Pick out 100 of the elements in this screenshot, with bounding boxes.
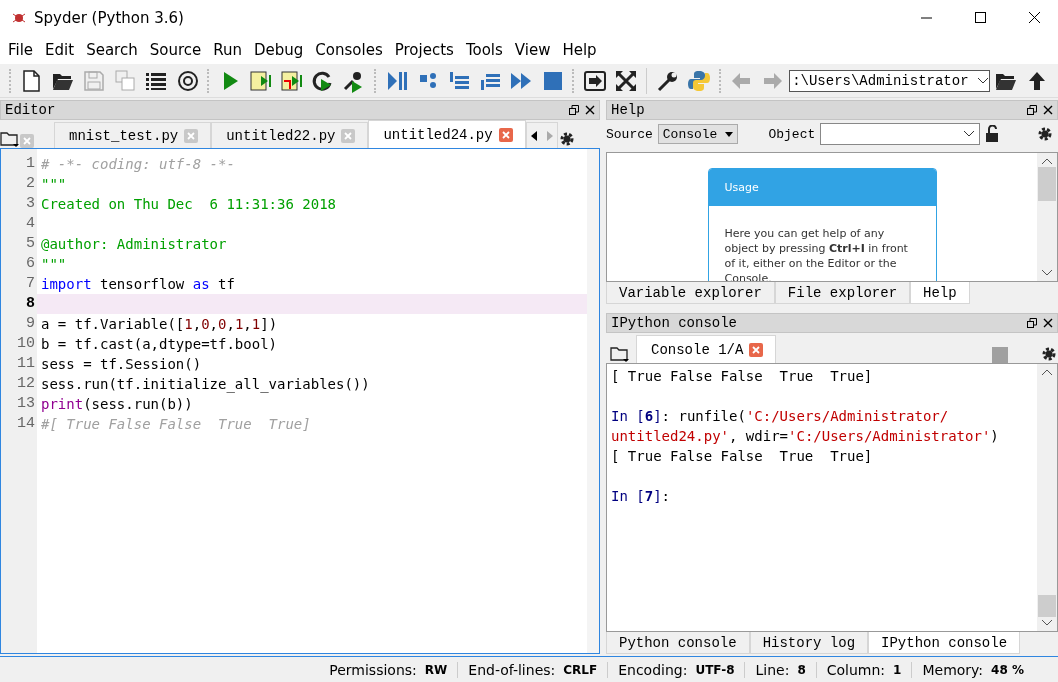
code-line: sess = tf.Session()	[40, 355, 203, 374]
console-line: [ True False False True True]	[611, 447, 874, 466]
line-number: 2	[25, 174, 36, 194]
close-icon[interactable]	[1043, 105, 1053, 115]
line-number: 14	[16, 414, 36, 434]
line-number: 10	[16, 334, 36, 354]
status-value: CRLF	[563, 662, 598, 677]
pane-tab[interactable]: History log	[749, 632, 869, 654]
close-icon[interactable]	[585, 105, 595, 115]
card-title: Usage	[708, 169, 936, 206]
menu-item[interactable]: Debug	[248, 41, 310, 59]
file-tab[interactable]: untitled24.py	[368, 120, 526, 148]
maximize-icon[interactable]	[975, 12, 987, 24]
menu-item[interactable]: View	[508, 41, 557, 59]
code-line: #[ True False False True True]	[40, 415, 312, 434]
chevron-down-icon[interactable]	[1041, 269, 1053, 277]
code-line: """	[40, 175, 68, 194]
status-label: Column:	[826, 661, 886, 678]
pane-tab[interactable]: Help	[910, 282, 970, 304]
code-line: a = tf.Variable([1,0,0,1,1])	[40, 315, 279, 334]
menu-item[interactable]: Edit	[39, 41, 81, 59]
close-icon[interactable]	[1043, 318, 1053, 328]
chevron-down-icon[interactable]	[1041, 619, 1053, 627]
file-tab[interactable]: mnist_test.py	[54, 122, 212, 148]
pane-title: Editor	[5, 102, 56, 118]
run-cell-advance-icon[interactable]	[280, 68, 305, 93]
python-icon[interactable]	[687, 68, 712, 93]
spider-icon	[12, 11, 26, 25]
path-field[interactable]: :\Users\Administrator	[789, 69, 990, 92]
source-dropdown[interactable]: Console	[657, 124, 739, 144]
status-label: End-of-lines:	[468, 661, 556, 678]
console-line: [ True False False True True]	[611, 367, 874, 386]
pane-title: IPython console	[611, 315, 738, 331]
gear-icon[interactable]	[1040, 345, 1058, 363]
status-value: RW	[424, 662, 448, 677]
chevron-up-icon[interactable]	[1041, 157, 1053, 165]
menu-item[interactable]: Consoles	[309, 41, 389, 59]
menu-item[interactable]: Projects	[388, 41, 460, 59]
code-line: # -*- coding: utf-8 -*-	[40, 155, 236, 174]
scrollbar-thumb[interactable]	[1038, 167, 1056, 201]
dropdown-arrow-icon	[725, 131, 734, 137]
menu-item[interactable]: Tools	[459, 41, 509, 59]
status-value: 8	[797, 662, 806, 677]
line-number: 3	[25, 194, 36, 214]
code-line: @author: Administrator	[40, 235, 228, 254]
console-tab[interactable]: Console 1/A	[636, 335, 777, 363]
status-label: Memory:	[922, 661, 984, 678]
fullscreen-icon[interactable]	[613, 68, 638, 93]
source-label: Source	[606, 126, 653, 142]
line-number: 12	[16, 374, 36, 394]
window-title: Spyder (Python 3.6)	[34, 9, 185, 27]
run-cell-icon[interactable]	[248, 68, 273, 93]
line-number: 1	[25, 154, 36, 174]
scrollbar-thumb[interactable]	[1038, 595, 1056, 617]
undock-icon[interactable]	[569, 105, 579, 115]
file-tab[interactable]: untitled22.py	[211, 122, 369, 148]
menu-item[interactable]: Run	[207, 41, 248, 59]
code-line: b = tf.cast(a,dtype=tf.bool)	[40, 335, 278, 354]
close-icon[interactable]	[1029, 12, 1041, 24]
line-number: 8	[25, 294, 36, 314]
menu-item[interactable]: File	[2, 41, 40, 59]
menu-item[interactable]: Help	[556, 41, 603, 59]
status-value: 1	[893, 662, 902, 677]
unlocked-padlock-icon[interactable]	[985, 125, 1000, 143]
gear-icon[interactable]	[1036, 125, 1054, 143]
line-number: 13	[16, 394, 36, 414]
console-line: In [7]:	[611, 487, 672, 506]
folder-browse-icon[interactable]	[0, 130, 20, 148]
status-label: Line:	[755, 661, 790, 678]
code-line: sess.run(tf.initialize_all_variables())	[40, 375, 371, 394]
code-line: print(sess.run(b))	[40, 395, 194, 414]
code-line: """	[40, 255, 68, 274]
console-line: In [6]: runfile('C:/Users/Administrator/	[611, 407, 950, 426]
line-number: 4	[25, 214, 36, 234]
maximize-pane-icon[interactable]	[582, 68, 607, 93]
undock-icon[interactable]	[1027, 318, 1037, 328]
folder-browse-icon[interactable]	[610, 345, 630, 363]
pane-tab[interactable]: IPython console	[868, 632, 1021, 654]
undock-icon[interactable]	[1027, 105, 1037, 115]
pane-tab[interactable]: Variable explorer	[606, 282, 775, 304]
object-field[interactable]	[820, 123, 981, 145]
menu-item[interactable]: Search	[80, 41, 144, 59]
pane-tab[interactable]: File explorer	[774, 282, 911, 304]
pane-tab[interactable]: Python console	[606, 632, 750, 654]
line-number: 7	[25, 274, 36, 294]
code-line: import tensorflow as tf	[40, 275, 236, 294]
code-line: Created on Thu Dec 6 11:31:36 2018	[40, 195, 337, 214]
line-number: 6	[25, 254, 36, 274]
line-number: 9	[25, 314, 36, 334]
status-label: Permissions:	[329, 661, 417, 678]
menu-item[interactable]: Source	[143, 41, 208, 59]
chevron-down-icon	[976, 76, 989, 85]
status-value: 48 %	[991, 662, 1024, 677]
chevron-down-icon	[963, 130, 976, 138]
pane-title: Help	[611, 102, 645, 118]
status-label: Encoding:	[618, 661, 688, 678]
status-value: UTF-8	[695, 662, 735, 677]
object-label: Object	[768, 126, 816, 142]
line-number: 5	[25, 234, 36, 254]
chevron-up-icon[interactable]	[1041, 368, 1053, 376]
